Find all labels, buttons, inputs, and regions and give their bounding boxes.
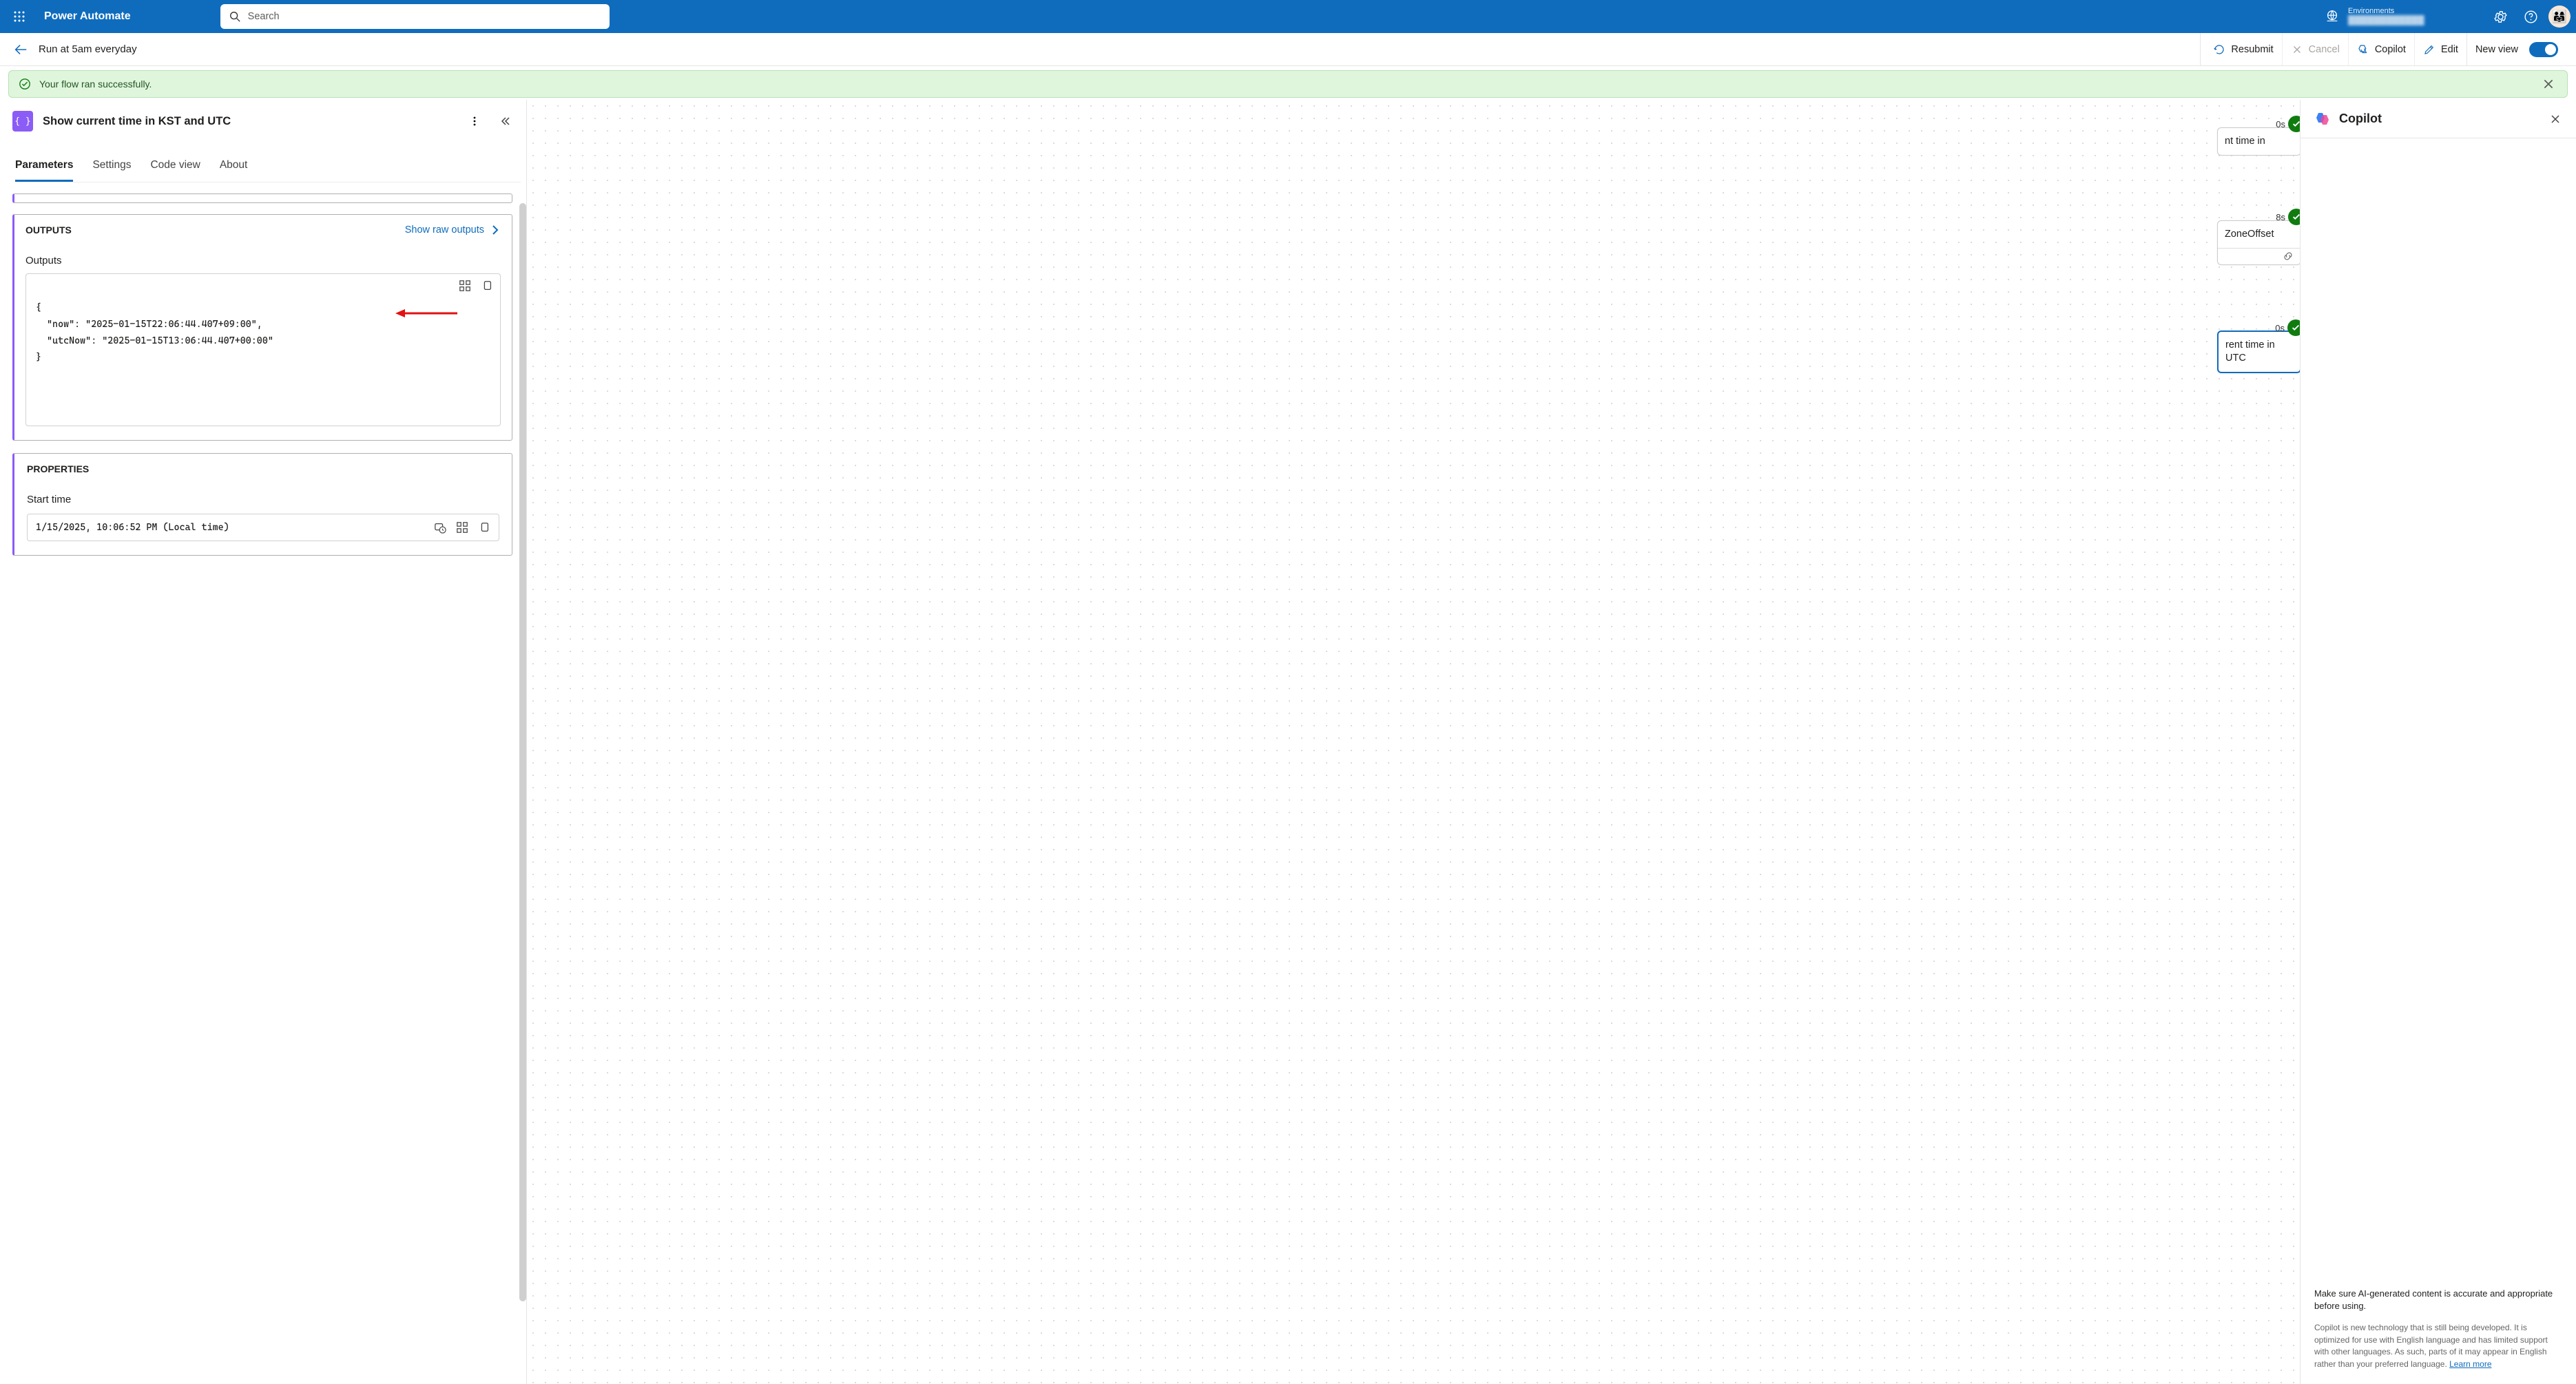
learn-more-link[interactable]: Learn more bbox=[2449, 1359, 2491, 1369]
resubmit-button[interactable]: Resubmit bbox=[2200, 33, 2281, 65]
vertical-dots-icon bbox=[469, 116, 480, 127]
search-icon bbox=[229, 10, 241, 23]
env-value: ████████████ bbox=[2348, 15, 2475, 26]
copilot-disclaimer: Make sure AI-generated content is accura… bbox=[2300, 1278, 2576, 1322]
brand-title[interactable]: Power Automate bbox=[44, 10, 131, 23]
help-button[interactable] bbox=[2518, 4, 2543, 29]
gear-icon bbox=[2493, 10, 2508, 24]
top-bar: Power Automate Environments ████████████… bbox=[0, 0, 2576, 33]
properties-card: PROPERTIES Start time 1/15/2025, 10:06:5… bbox=[12, 453, 512, 556]
action-title: Show current time in KST and UTC bbox=[43, 115, 231, 128]
pencil-icon bbox=[2423, 43, 2435, 56]
avatar[interactable]: 👨‍👩‍👧 bbox=[2548, 6, 2570, 28]
search-input[interactable] bbox=[248, 11, 601, 22]
copilot-close[interactable] bbox=[2546, 109, 2565, 129]
command-bar: Run at 5am everyday Resubmit Cancel Copi… bbox=[0, 33, 2576, 66]
chevron-double-left-icon bbox=[499, 116, 510, 127]
copilot-sub-disclaimer: Copilot is new technology that is still … bbox=[2300, 1322, 2576, 1384]
outputs-heading: OUTPUTS bbox=[25, 224, 72, 235]
more-menu[interactable] bbox=[466, 112, 484, 130]
outputs-json-box[interactable]: { "now": "2025-01-15T22:06:44.407+09:00"… bbox=[25, 273, 501, 426]
toggle-switch[interactable] bbox=[2529, 42, 2558, 57]
canvas-node[interactable]: 8s ZoneOffset bbox=[2217, 220, 2300, 265]
env-label: Environments bbox=[2348, 7, 2475, 15]
chevron-right-icon bbox=[490, 224, 501, 235]
waffle-icon bbox=[14, 11, 25, 22]
grid-icon[interactable] bbox=[456, 521, 468, 534]
clock-code-icon[interactable] bbox=[434, 521, 446, 534]
tab-settings[interactable]: Settings bbox=[92, 159, 131, 182]
start-time-value: 1/15/2025, 10:06:52 PM (Local time) bbox=[36, 522, 229, 533]
flow-name: Run at 5am everyday bbox=[39, 43, 137, 55]
link-icon bbox=[2283, 251, 2294, 262]
copilot-logo-icon bbox=[2314, 111, 2331, 127]
tab-code-view[interactable]: Code view bbox=[150, 159, 200, 182]
success-banner: Your flow ran successfully. bbox=[8, 70, 2568, 98]
banner-close[interactable] bbox=[2539, 75, 2557, 93]
refresh-icon bbox=[2213, 43, 2225, 56]
copilot-icon bbox=[2357, 43, 2369, 56]
tab-about[interactable]: About bbox=[220, 159, 248, 182]
copilot-panel: Copilot Make sure AI-generated content i… bbox=[2300, 100, 2576, 1384]
globe-grid-icon bbox=[2325, 9, 2340, 24]
copilot-title: Copilot bbox=[2339, 112, 2382, 126]
app-launcher[interactable] bbox=[8, 6, 30, 28]
start-time-value-box[interactable]: 1/15/2025, 10:06:52 PM (Local time) bbox=[27, 514, 499, 541]
cancel-button: Cancel bbox=[2282, 33, 2348, 65]
success-badge bbox=[2287, 319, 2300, 336]
collapse-panel[interactable] bbox=[496, 112, 514, 130]
environment-picker[interactable]: Environments ████████████ bbox=[2318, 4, 2482, 29]
scrollbar[interactable] bbox=[519, 203, 526, 1301]
copy-icon[interactable] bbox=[481, 280, 493, 292]
edit-button[interactable]: Edit bbox=[2414, 33, 2466, 65]
flow-canvas[interactable]: 0s nt time in 8s ZoneOffset 0s rent time… bbox=[527, 100, 2300, 1384]
properties-heading: PROPERTIES bbox=[27, 463, 499, 474]
copy-icon[interactable] bbox=[478, 521, 490, 534]
outputs-json-value: { "now": "2025-01-15T22:06:44.407+09:00"… bbox=[36, 302, 273, 363]
start-time-label: Start time bbox=[27, 494, 499, 505]
check-circle-icon bbox=[19, 78, 31, 90]
banner-message: Your flow ran successfully. bbox=[39, 78, 152, 90]
search-box[interactable] bbox=[220, 4, 610, 29]
help-icon bbox=[2524, 10, 2538, 24]
new-view-toggle[interactable]: New view bbox=[2466, 33, 2566, 65]
outputs-card: OUTPUTS Show raw outputs Outputs { "now"… bbox=[12, 214, 512, 441]
copilot-button[interactable]: Copilot bbox=[2348, 33, 2414, 65]
success-badge bbox=[2288, 116, 2300, 132]
action-details-panel: { } Show current time in KST and UTC Par… bbox=[0, 100, 527, 1384]
canvas-node-selected[interactable]: 0s rent time in UTC bbox=[2217, 331, 2300, 373]
grid-icon[interactable] bbox=[459, 280, 471, 292]
show-raw-outputs[interactable]: Show raw outputs bbox=[405, 224, 501, 235]
action-icon: { } bbox=[12, 111, 33, 132]
close-icon bbox=[2291, 43, 2303, 56]
annotation-arrow bbox=[329, 291, 457, 342]
settings-button[interactable] bbox=[2488, 4, 2513, 29]
back-button[interactable] bbox=[10, 39, 32, 61]
inputs-card-clipped bbox=[12, 193, 512, 203]
outputs-label: Outputs bbox=[25, 255, 501, 266]
success-badge bbox=[2288, 209, 2300, 225]
detail-tabs: Parameters Settings Code view About bbox=[15, 159, 521, 182]
tab-parameters[interactable]: Parameters bbox=[15, 159, 73, 182]
canvas-node[interactable]: 0s nt time in bbox=[2217, 127, 2300, 156]
